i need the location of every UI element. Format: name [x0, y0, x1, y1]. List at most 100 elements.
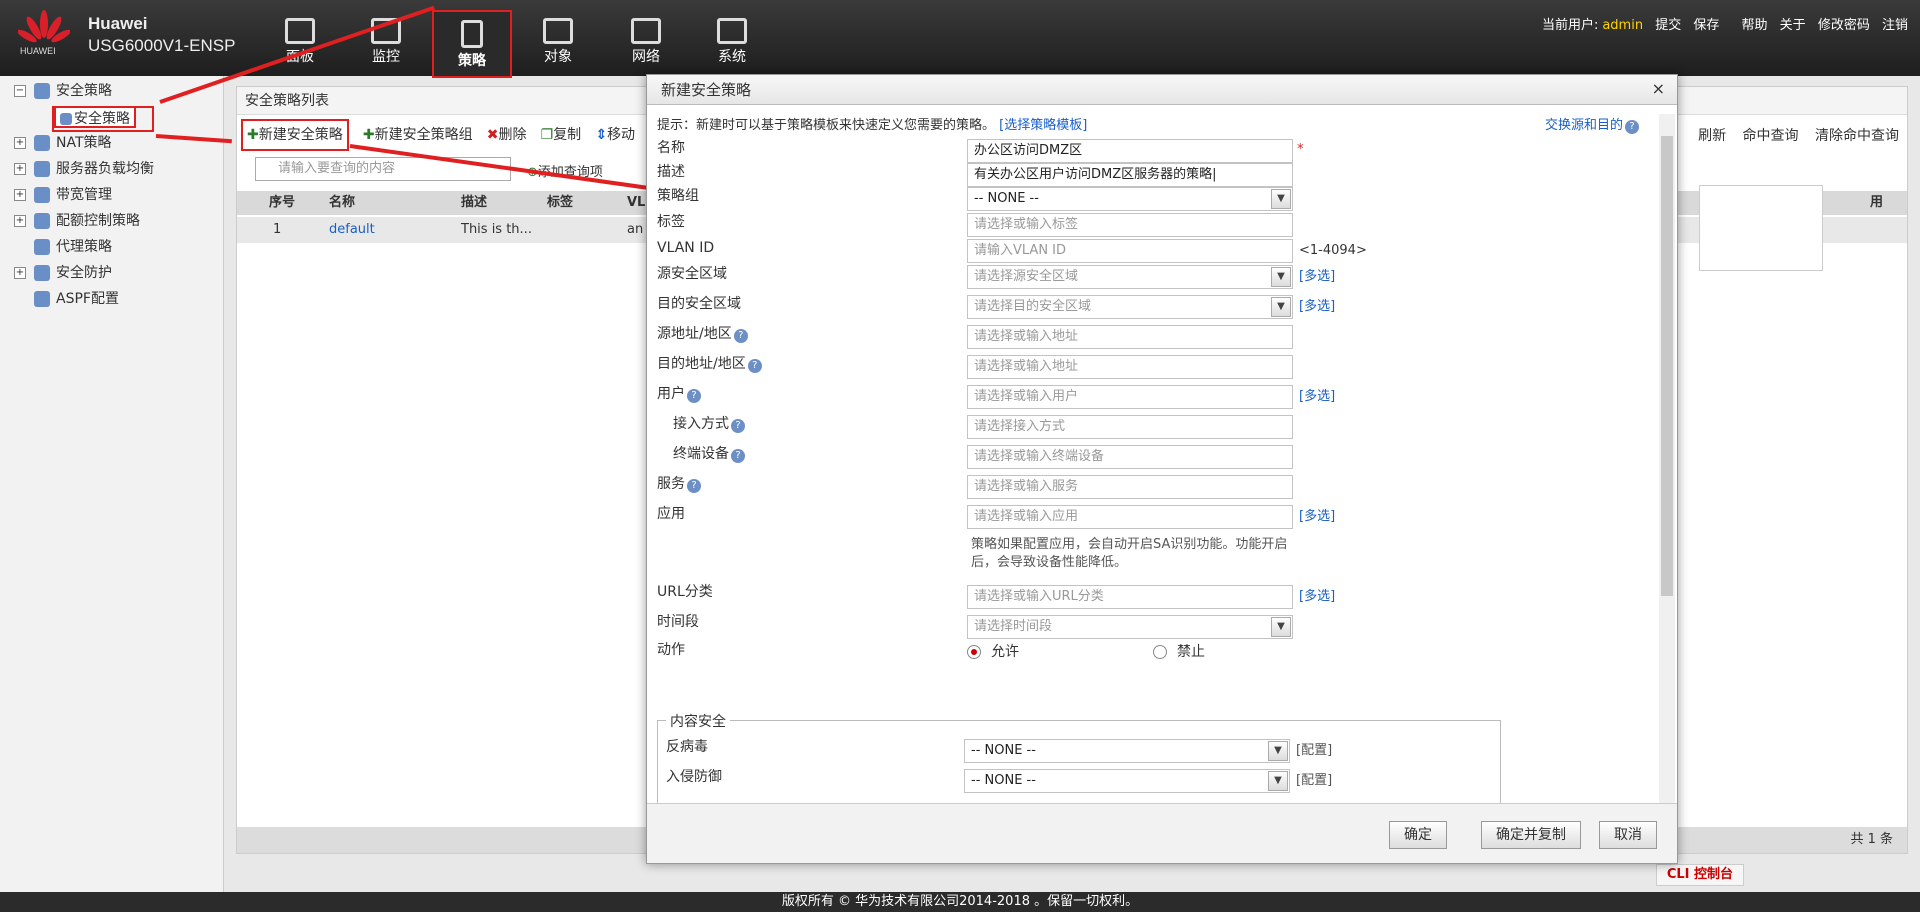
- time-label: 时间段: [657, 614, 699, 630]
- delete-button[interactable]: ✖删除: [487, 121, 527, 149]
- content-security-section: 内容安全 反病毒 -- NONE -- ▼ [配置] 入侵防御 -- NONE -…: [657, 711, 1501, 804]
- save-link[interactable]: 保存: [1693, 18, 1719, 33]
- row-name[interactable]: default: [329, 217, 375, 243]
- clear-hit-query-button[interactable]: 清除命中查询: [1815, 128, 1899, 144]
- url-multi-link[interactable]: [多选]: [1299, 585, 1335, 609]
- move-button[interactable]: ⇕移动: [595, 121, 635, 149]
- src-zone-select[interactable]: 请选择源安全区域 ▼: [967, 265, 1293, 289]
- help-icon[interactable]: ?: [733, 329, 748, 343]
- dst-addr-input[interactable]: 请选择或输入地址: [967, 355, 1293, 379]
- sidebar-item-slb[interactable]: + 服务器负载均衡: [14, 158, 154, 180]
- sidebar-item-bandwidth[interactable]: + 带宽管理: [14, 184, 112, 206]
- ok-button[interactable]: 确定: [1389, 821, 1447, 849]
- chevron-down-icon[interactable]: ▼: [1268, 741, 1288, 761]
- new-policy-group-button[interactable]: ✚新建安全策略组: [363, 121, 473, 149]
- dialog-body: 提示：新建时可以基于策略模板来快速定义您需要的策略。 [选择策略模板] 交换源和…: [647, 106, 1679, 804]
- av-select[interactable]: -- NONE -- ▼: [964, 739, 1290, 763]
- scrollbar-thumb[interactable]: [1661, 136, 1673, 596]
- close-icon[interactable]: ×: [1652, 79, 1665, 98]
- swap-src-dst-link[interactable]: 交换源和目的?: [1545, 114, 1639, 134]
- nav-network[interactable]: 网络: [606, 10, 686, 74]
- hit-query-button[interactable]: 命中查询: [1743, 128, 1799, 144]
- group-select[interactable]: -- NONE -- ▼: [967, 187, 1293, 211]
- scrollbar[interactable]: [1659, 114, 1675, 804]
- copy-button[interactable]: ❐复制: [541, 121, 582, 149]
- chevron-down-icon[interactable]: ▼: [1271, 189, 1291, 209]
- sidebar-item-aspf[interactable]: ASPF配置: [34, 288, 119, 310]
- user-multi-link[interactable]: [多选]: [1299, 385, 1335, 409]
- help-icon[interactable]: ?: [747, 359, 762, 373]
- terminal-input[interactable]: 请选择或输入终端设备: [967, 445, 1293, 469]
- src-zone-multi-link[interactable]: [多选]: [1299, 265, 1335, 289]
- vlan-input[interactable]: 请输入VLAN ID: [967, 239, 1293, 263]
- help-icon[interactable]: ?: [731, 419, 745, 433]
- sidebar-item-proxy[interactable]: 代理策略: [34, 236, 112, 258]
- chevron-down-icon[interactable]: ▼: [1271, 297, 1291, 317]
- service-label: 服务?: [657, 472, 701, 496]
- user-input[interactable]: 请选择或输入用户: [967, 385, 1293, 409]
- av-label: 反病毒: [666, 739, 708, 755]
- chevron-down-icon[interactable]: ▼: [1271, 267, 1291, 287]
- expand-icon[interactable]: +: [14, 267, 26, 279]
- tag-input[interactable]: 请选择或输入标签: [967, 213, 1293, 237]
- nat-icon: [34, 135, 50, 151]
- src-addr-label: 源地址/地区?: [657, 322, 748, 346]
- col-no: 序号: [269, 195, 296, 210]
- cancel-button[interactable]: 取消: [1599, 821, 1657, 849]
- src-zone-label: 源安全区域: [657, 266, 727, 282]
- col-name: 名称: [329, 195, 356, 210]
- url-input[interactable]: 请选择或输入URL分类: [967, 585, 1293, 609]
- col-desc: 描述: [461, 195, 488, 210]
- dst-zone-select[interactable]: 请选择目的安全区域 ▼: [967, 295, 1293, 319]
- nav-monitor[interactable]: 监控: [346, 10, 426, 74]
- help-icon[interactable]: ?: [1625, 120, 1639, 134]
- col-enable: 用: [1869, 195, 1883, 210]
- expand-icon[interactable]: +: [14, 215, 26, 227]
- proxy-icon: [34, 239, 50, 255]
- av-config-link[interactable]: [配置]: [1296, 739, 1332, 763]
- expand-icon[interactable]: +: [14, 189, 26, 201]
- deny-radio[interactable]: 禁止: [1153, 640, 1205, 664]
- nav-system[interactable]: 系统: [692, 10, 772, 74]
- nav-policy[interactable]: 策略: [432, 10, 512, 78]
- service-input[interactable]: 请选择或输入服务: [967, 475, 1293, 499]
- name-input[interactable]: 办公区访问DMZ区: [967, 139, 1293, 163]
- sidebar-item-nat[interactable]: + NAT策略: [14, 132, 112, 154]
- about-link[interactable]: 关于: [1780, 18, 1806, 33]
- choose-template-link[interactable]: [选择策略模板]: [999, 118, 1087, 133]
- dst-zone-multi-link[interactable]: [多选]: [1299, 295, 1335, 319]
- app-multi-link[interactable]: [多选]: [1299, 505, 1335, 529]
- dst-addr-label: 目的地址/地区?: [657, 352, 762, 376]
- ips-config-link[interactable]: [配置]: [1296, 769, 1332, 793]
- desc-input[interactable]: 有关办公区用户访问DMZ区服务器的策略|: [967, 163, 1293, 187]
- sidebar-item-quota[interactable]: + 配额控制策略: [14, 210, 140, 232]
- refresh-button[interactable]: 刷新: [1698, 128, 1726, 144]
- submit-link[interactable]: 提交: [1655, 18, 1681, 33]
- help-icon[interactable]: ?: [687, 389, 701, 403]
- cli-console-button[interactable]: CLI 控制台: [1655, 864, 1744, 886]
- url-label: URL分类: [657, 584, 713, 600]
- access-input[interactable]: 请选择接入方式: [967, 415, 1293, 439]
- sidebar-item-defense[interactable]: + 安全防护: [14, 262, 112, 284]
- shield-icon: [34, 265, 50, 281]
- ok-and-copy-button[interactable]: 确定并复制: [1481, 821, 1581, 849]
- expand-icon[interactable]: +: [14, 163, 26, 175]
- sidebar-item-security-policy-root[interactable]: − 安全策略: [14, 80, 112, 102]
- change-password-link[interactable]: 修改密码: [1818, 18, 1870, 33]
- app-input[interactable]: 请选择或输入应用: [967, 505, 1293, 529]
- logout-link[interactable]: 注销: [1882, 18, 1908, 33]
- collapse-icon[interactable]: −: [14, 85, 26, 97]
- help-icon[interactable]: ?: [731, 449, 745, 463]
- allow-radio[interactable]: 允许: [967, 640, 1019, 664]
- new-policy-button[interactable]: ✚新建安全策略: [241, 119, 349, 151]
- src-addr-input[interactable]: 请选择或输入地址: [967, 325, 1293, 349]
- ips-select[interactable]: -- NONE -- ▼: [964, 769, 1290, 793]
- nav-object[interactable]: 对象: [518, 10, 598, 74]
- help-icon[interactable]: ?: [687, 479, 701, 493]
- chevron-down-icon[interactable]: ▼: [1271, 617, 1291, 637]
- chevron-down-icon[interactable]: ▼: [1268, 771, 1288, 791]
- name-label: 名称: [657, 140, 685, 156]
- time-select[interactable]: 请选择时间段 ▼: [967, 615, 1293, 639]
- help-link[interactable]: 帮助: [1742, 18, 1768, 33]
- expand-icon[interactable]: +: [14, 137, 26, 149]
